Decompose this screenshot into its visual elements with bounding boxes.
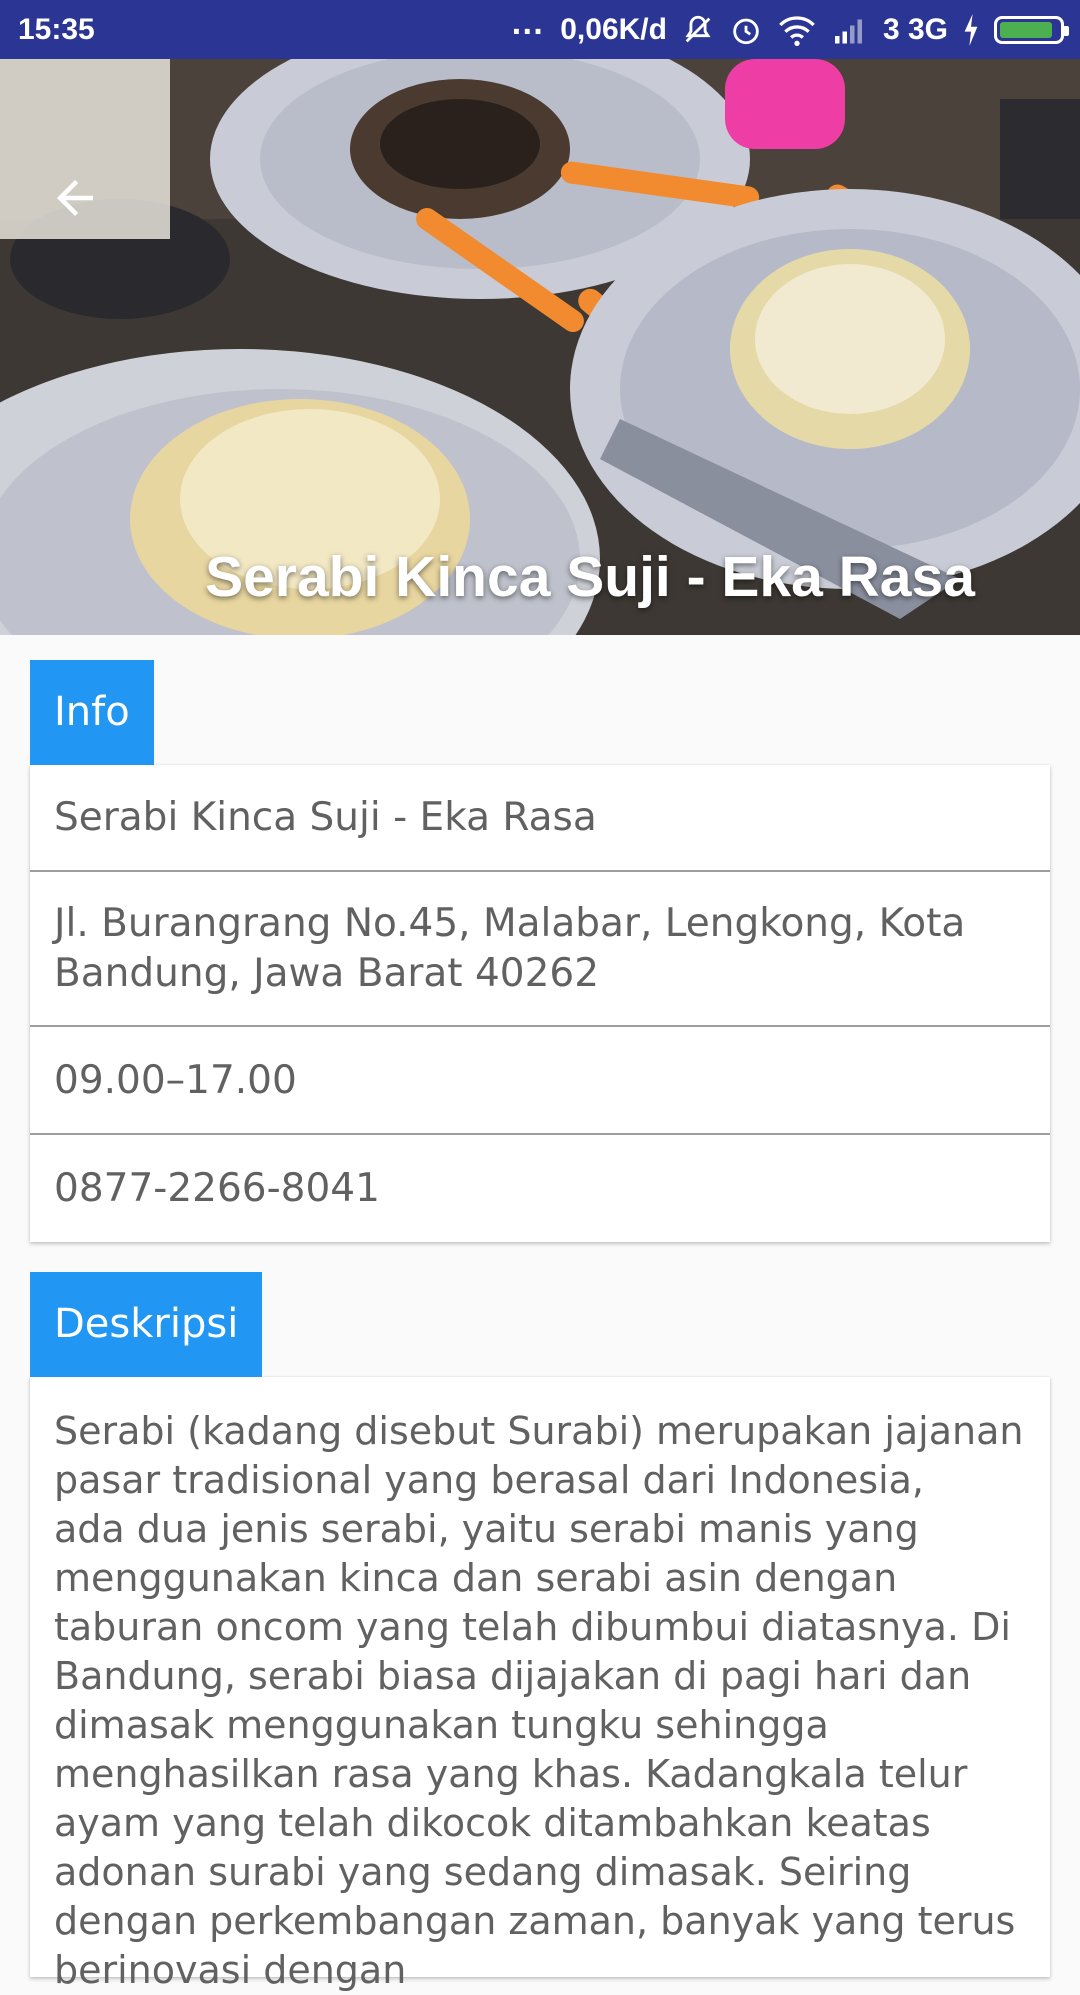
status-time: 15:35	[18, 12, 95, 46]
more-dots-icon: …	[510, 4, 547, 42]
battery-level	[1000, 21, 1053, 38]
place-name: Serabi Kinca Suji - Eka Rasa	[30, 765, 1050, 872]
place-address[interactable]: Jl. Burangrang No.45, Malabar, Lengkong,…	[30, 872, 1050, 1027]
charging-icon	[962, 10, 980, 50]
page-title: Serabi Kinca Suji - Eka Rasa	[205, 545, 975, 609]
header-image: Serabi Kinca Suji - Eka Rasa	[0, 59, 1080, 635]
battery-icon	[994, 15, 1069, 44]
info-section-label: Info	[30, 660, 154, 765]
description-section-label: Deskripsi	[30, 1272, 263, 1377]
opening-hours: 09.00–17.00	[30, 1027, 1050, 1135]
signal-icon	[831, 10, 869, 50]
signal-text: 3 3G	[882, 12, 948, 46]
status-bar: 15:35 … 0,06K/d 3 3G	[0, 0, 1080, 59]
network-speed: 0,06K/d	[560, 12, 667, 46]
description-text: Serabi (kadang disebut Surabi) merupakan…	[54, 1409, 1024, 1992]
alarm-icon	[729, 10, 763, 50]
mute-icon	[681, 10, 715, 50]
info-card: Serabi Kinca Suji - Eka Rasa Jl. Burangr…	[30, 765, 1050, 1242]
back-button[interactable]	[48, 171, 120, 243]
phone-number[interactable]: 0877-2266-8041	[30, 1135, 1050, 1242]
detail-content[interactable]: Info Serabi Kinca Suji - Eka Rasa Jl. Bu…	[30, 660, 1050, 1992]
description-card: Serabi (kadang disebut Surabi) merupakan…	[30, 1377, 1050, 1992]
arrow-back-icon	[57, 180, 93, 216]
wifi-icon	[777, 10, 817, 50]
